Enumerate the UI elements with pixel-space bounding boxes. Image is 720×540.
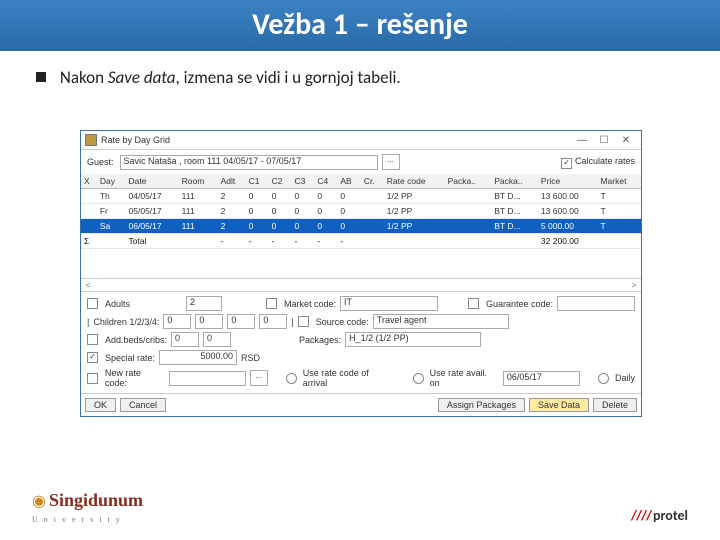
special-label: Special rate: <box>105 353 155 363</box>
ok-button[interactable]: OK <box>85 398 116 412</box>
cancel-button[interactable]: Cancel <box>120 398 166 412</box>
addbeds2-field[interactable]: 0 <box>203 332 231 347</box>
newrate-field[interactable] <box>169 371 246 386</box>
delete-button[interactable]: Delete <box>593 398 637 412</box>
bullet-text: Nakon Save data, izmena se vidi i u gorn… <box>0 51 720 88</box>
adults-checkbox[interactable] <box>87 298 98 309</box>
source-checkbox[interactable] <box>298 316 309 327</box>
maximize-button[interactable]: ☐ <box>593 135 615 146</box>
newrate-label: New rate code: <box>105 368 165 388</box>
app-icon <box>85 134 97 146</box>
bullet-pre: Nakon <box>60 67 108 88</box>
column-header[interactable]: X <box>81 174 97 189</box>
calculate-rates-checkbox[interactable]: ✓Calculate rates <box>561 156 635 169</box>
column-header[interactable]: C2 <box>269 174 292 189</box>
child4-field[interactable]: 0 <box>259 314 287 329</box>
child2-field[interactable]: 0 <box>195 314 223 329</box>
guarantee-checkbox[interactable] <box>468 298 479 309</box>
adults-label: Adults <box>105 299 130 309</box>
children-label: Children 1/2/3/4: <box>93 317 159 327</box>
guest-row: Guest: Savic Nataša , room 111 04/05/17 … <box>81 150 641 174</box>
guarantee-label: Guarantee code: <box>486 299 553 309</box>
table-row[interactable]: Sa06/05/171112000001/2 PPBT D...5 000.00… <box>81 219 641 234</box>
scroll-left-icon[interactable]: < <box>81 281 95 290</box>
minimize-button[interactable]: — <box>571 135 593 146</box>
table-row[interactable]: Th04/05/171112000001/2 PPBT D...13 600.0… <box>81 189 641 204</box>
guarantee-field[interactable] <box>557 296 635 311</box>
daily-radio[interactable] <box>598 373 609 384</box>
use-avail-radio[interactable] <box>413 373 424 384</box>
window-title: Rate by Day Grid <box>101 135 571 145</box>
table-row[interactable]: ΣTotal------32 200.00 <box>81 234 641 249</box>
use-avail-date-field[interactable]: 06/05/17 <box>503 371 580 386</box>
column-header[interactable]: Market <box>597 174 641 189</box>
addbeds-label: Add.beds/cribs: <box>105 335 167 345</box>
column-header[interactable]: Cr. <box>361 174 384 189</box>
addbeds1-field[interactable]: 0 <box>171 332 199 347</box>
slide-title: Vežba 1 – rešenje <box>0 0 720 51</box>
bullet-post: , izmena se vidi i u gornjoj tabeli. <box>176 67 401 88</box>
column-header[interactable]: AB <box>337 174 361 189</box>
use-avail-label: Use rate avail. on <box>430 368 499 388</box>
form-area: Adults 2 Market code: IT Guarantee code:… <box>81 291 641 393</box>
column-header[interactable]: Packa.. <box>491 174 538 189</box>
protel-logo: ////protel <box>631 507 688 524</box>
rate-grid[interactable]: XDayDateRoomAdltC1C2C3C4ABCr.Rate codePa… <box>81 174 641 249</box>
guest-lookup-button[interactable]: ... <box>382 154 400 170</box>
packages-field[interactable]: H_1/2 (1/2 PP) <box>345 332 481 347</box>
packages-label: Packages: <box>299 335 341 345</box>
save-data-button[interactable]: Save Data <box>529 398 589 412</box>
guest-input[interactable]: Savic Nataša , room 111 04/05/17 - 07/05… <box>120 155 378 170</box>
guest-label: Guest: <box>87 157 114 167</box>
market-field[interactable]: IT <box>340 296 438 311</box>
titlebar: Rate by Day Grid — ☐ ✕ <box>81 131 641 150</box>
child3-field[interactable]: 0 <box>227 314 255 329</box>
special-checkbox[interactable]: ✓ <box>87 352 98 363</box>
button-row: OK Cancel Assign Packages Save Data Dele… <box>81 393 641 416</box>
use-arrival-label: Use rate code of arrival <box>303 368 395 388</box>
column-header[interactable]: Day <box>97 174 126 189</box>
singidunum-logo: ◉ Singidunum U n i v e r s i t y <box>32 490 143 526</box>
rate-by-day-window: Rate by Day Grid — ☐ ✕ Guest: Savic Nata… <box>80 130 642 417</box>
child1-field[interactable]: 0 <box>163 314 191 329</box>
source-label: Source code: <box>316 317 369 327</box>
grid-wrap: XDayDateRoomAdltC1C2C3C4ABCr.Rate codePa… <box>81 174 641 278</box>
special-rate-field[interactable]: 5000.00 <box>159 350 237 365</box>
addbeds-checkbox[interactable] <box>87 334 98 345</box>
bullet-em: Save data <box>108 67 176 88</box>
column-header[interactable]: Adlt <box>218 174 246 189</box>
newrate-checkbox[interactable] <box>87 373 98 384</box>
newrate-lookup-button[interactable]: ... <box>250 370 268 386</box>
close-button[interactable]: ✕ <box>615 135 637 146</box>
horizontal-scrollbar[interactable]: < > <box>81 278 641 291</box>
adults-field[interactable]: 2 <box>186 296 222 311</box>
column-header[interactable]: Price <box>538 174 598 189</box>
column-header[interactable]: C4 <box>314 174 337 189</box>
column-header[interactable]: Room <box>179 174 218 189</box>
daily-label: Daily <box>615 373 635 383</box>
special-currency: RSD <box>241 353 260 363</box>
market-label: Market code: <box>284 299 336 309</box>
scroll-right-icon[interactable]: > <box>627 281 641 290</box>
column-header[interactable]: Rate code <box>384 174 445 189</box>
calculate-rates-label: Calculate rates <box>575 156 635 166</box>
column-header[interactable]: C1 <box>246 174 269 189</box>
column-header[interactable]: Packa.. <box>445 174 492 189</box>
use-arrival-radio[interactable] <box>286 373 297 384</box>
column-header[interactable]: C3 <box>291 174 314 189</box>
bullet-square-icon <box>36 72 46 82</box>
table-row[interactable]: Fr05/05/171112000001/2 PPBT D...13 600.0… <box>81 204 641 219</box>
column-header[interactable]: Date <box>126 174 179 189</box>
market-checkbox[interactable] <box>266 298 277 309</box>
assign-packages-button[interactable]: Assign Packages <box>438 398 525 412</box>
source-field[interactable]: Travel agent <box>373 314 509 329</box>
